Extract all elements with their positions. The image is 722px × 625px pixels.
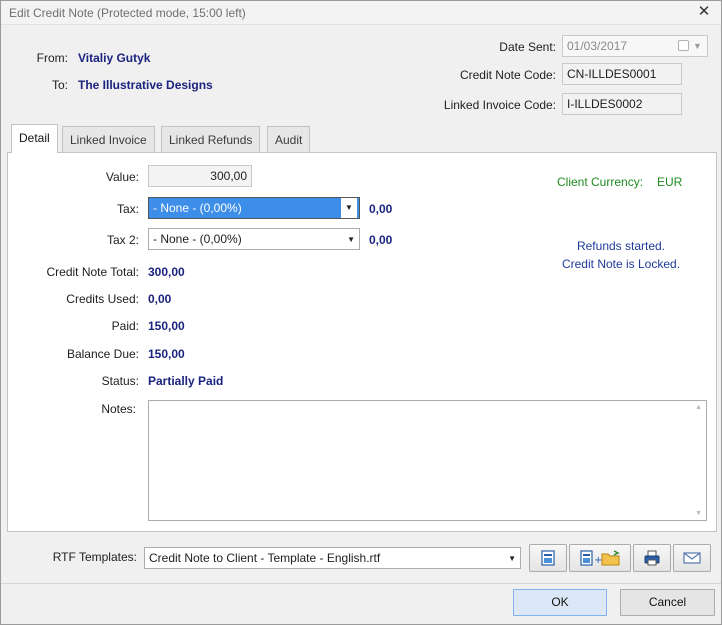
tax-select-value: - None - (0,00%) [153,201,242,215]
balance-due-value: 150,00 [148,347,185,361]
notes-label: Notes: [101,402,136,416]
preview-template-button[interactable] [529,544,567,572]
credits-used-value: 0,00 [148,292,172,306]
open-template-button[interactable]: + [569,544,631,572]
tax2-select-value: - None - (0,00%) [153,232,242,246]
linked-invoice-code-label: Linked Invoice Code: [443,98,556,112]
paid-label: Paid: [111,319,139,333]
print-button[interactable] [633,544,671,572]
status-label: Status: [101,374,139,388]
tax-select[interactable]: - None - (0,00%) ▼ [148,197,360,219]
status-value: Partially Paid [148,374,224,388]
edit-credit-note-window: Edit Credit Note (Protected mode, 15:00 … [0,0,722,625]
document-preview-icon [541,550,555,566]
tax-label: Tax: [116,202,139,216]
tax2-select[interactable]: - None - (0,00%) ▼ [148,228,360,250]
printer-icon [644,550,660,566]
rtf-templates-label: RTF Templates: [52,550,137,564]
chevron-down-icon: ▼ [341,198,357,218]
tax2-amount: 0,00 [369,233,393,247]
date-sent-value: 01/03/2017 [567,39,628,53]
tab-linked-invoice[interactable]: Linked Invoice [62,126,155,152]
tab-detail[interactable]: Detail [11,124,58,153]
client-currency-value: EUR [657,175,683,189]
chevron-down-icon: ▼ [347,235,355,244]
tax-amount: 0,00 [369,202,393,216]
paid-value: 150,00 [148,319,185,333]
email-button[interactable] [673,544,711,572]
value-field[interactable]: 300,00 [148,165,252,187]
tab-audit[interactable]: Audit [267,126,311,152]
credit-note-locked-message: Credit Note is Locked. [561,257,681,271]
credit-note-total-label: Credit Note Total: [46,265,140,279]
close-icon[interactable]: ✕ [695,3,713,21]
balance-due-label: Balance Due: [66,347,139,361]
from-value: Vitaliy Gutyk [78,51,151,65]
window-title: Edit Credit Note (Protected mode, 15:00 … [9,6,246,20]
envelope-icon [683,552,701,564]
rtf-template-select[interactable]: Credit Note to Client - Template - Engli… [144,547,521,569]
chevron-down-icon: ▼ [693,41,702,51]
credit-note-total-value: 300,00 [148,265,185,279]
ok-button[interactable]: OK [513,589,607,616]
rtf-template-value: Credit Note to Client - Template - Engli… [149,551,381,565]
to-label: To: [51,78,68,92]
chevron-down-icon: ▼ [508,554,516,563]
date-sent-field[interactable]: 01/03/2017 ▼ [562,35,708,57]
date-sent-label: Date Sent: [499,40,556,54]
calendar-checkbox-icon [678,40,689,51]
svg-text:+: + [594,555,602,566]
footer-separator [1,583,721,584]
scroll-up-icon[interactable]: ▲ [695,404,702,411]
open-folder-icon: + [580,550,620,566]
date-picker-button[interactable]: ▼ [678,39,704,53]
client-currency-label: Client Currency: [557,175,644,189]
tax2-label: Tax 2: [106,233,139,247]
to-value: The Illustrative Designs [78,78,213,92]
from-label: From: [36,51,68,65]
credit-note-code-label: Credit Note Code: [459,68,556,82]
scroll-down-icon[interactable]: ▼ [695,510,702,517]
cancel-button[interactable]: Cancel [620,589,715,616]
linked-invoice-code-field[interactable]: I-ILLDES0002 [562,93,682,115]
value-label: Value: [105,170,139,184]
credits-used-label: Credits Used: [66,292,139,306]
credit-note-code-field[interactable]: CN-ILLDES0001 [562,63,682,85]
refunds-started-message: Refunds started. [576,239,666,253]
title-bar: Edit Credit Note (Protected mode, 15:00 … [1,1,721,25]
tab-linked-refunds[interactable]: Linked Refunds [161,126,261,152]
notes-textarea[interactable]: ▲ ▼ [148,400,707,521]
